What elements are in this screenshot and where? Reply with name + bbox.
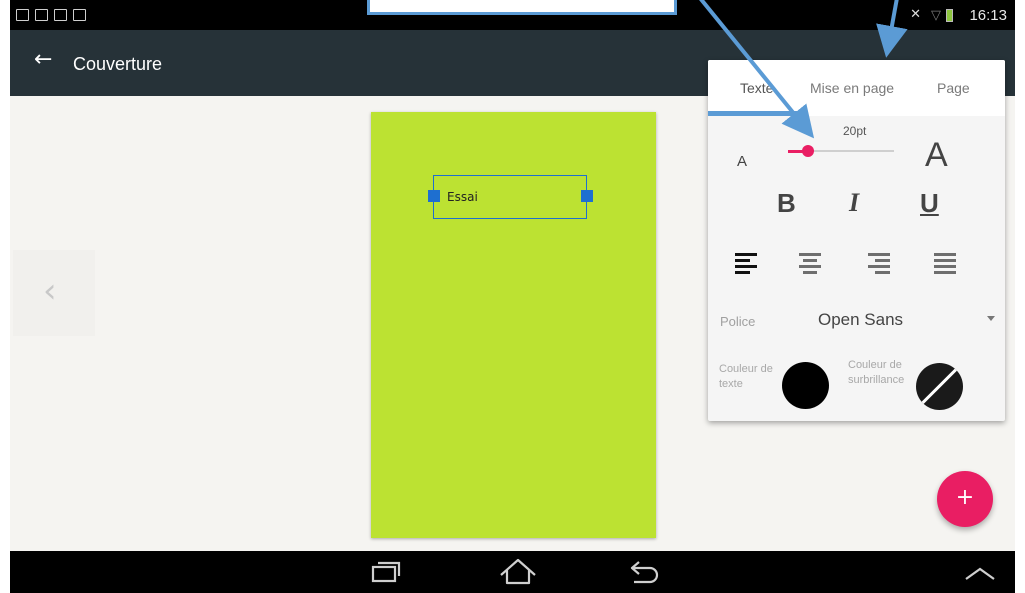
tablet-screen: ✕ ▽ 16:13 ← Couverture ‹ Essai Texte Mis… [10,0,1015,593]
tab-mise-en-page[interactable]: Mise en page [810,80,894,96]
big-a-glyph: A [925,136,948,174]
page-title: Couverture [73,54,163,74]
italic-button[interactable]: I [849,188,859,218]
font-dropdown[interactable]: Open Sans [818,310,903,330]
resize-handle-left[interactable] [428,190,440,202]
text-color-swatch[interactable] [782,362,829,409]
status-time: 16:13 [969,7,1007,24]
format-tabs: Texte Mise en page Page [708,60,1005,116]
recents-icon[interactable] [371,561,401,583]
text-format-panel: Texte Mise en page Page 20pt A A B I U P… [708,60,1005,421]
bold-button[interactable]: B [777,188,796,219]
tab-indicator [708,111,807,116]
resize-handle-right[interactable] [581,190,593,202]
shop-notification-icon [73,9,86,21]
chevron-left-icon: ‹ [43,271,57,311]
align-center-button[interactable] [799,253,821,275]
text-box-content[interactable]: Essai [447,190,478,204]
font-size-value: 20pt [843,124,867,138]
wifi-icon: ▽ [931,8,941,23]
battery-icon [946,9,953,22]
dropdown-caret-icon[interactable] [987,316,995,321]
slider-thumb[interactable] [802,145,815,157]
previous-page-button[interactable]: ‹ [13,250,95,336]
align-right-button[interactable] [868,253,890,275]
highlight-color-swatch[interactable] [916,363,963,410]
mute-icon: ✕ [910,7,921,22]
align-justify-button[interactable] [934,253,956,275]
add-element-button[interactable]: + [937,471,993,527]
system-nav-bar [10,551,1015,593]
annotation-callout-box [367,0,677,15]
gallery-notification-icon [16,9,29,21]
text-color-label: Couleur de texte [719,363,773,390]
font-size-slider[interactable] [788,145,894,157]
home-icon[interactable] [498,555,538,589]
font-label: Police [720,314,756,329]
tab-texte[interactable]: Texte [740,80,773,96]
app-notification-icon [35,9,48,21]
highlight-color-label: Couleur de surbrillance [848,359,905,386]
tab-page[interactable]: Page [937,80,970,96]
no-color-slash-icon [916,364,961,410]
page-preview[interactable]: Essai [371,112,656,538]
calendar-notification-icon [54,9,67,21]
text-box[interactable]: Essai [428,175,593,219]
arrow-left-icon[interactable]: ← [34,47,52,72]
align-left-button[interactable] [735,253,757,275]
small-a-glyph: A [737,153,748,170]
chevron-up-icon[interactable] [964,565,996,581]
highlight-label-clip: Couleur de surbrillance [848,358,918,406]
underline-button[interactable]: U [920,188,939,219]
back-icon[interactable] [626,559,660,585]
